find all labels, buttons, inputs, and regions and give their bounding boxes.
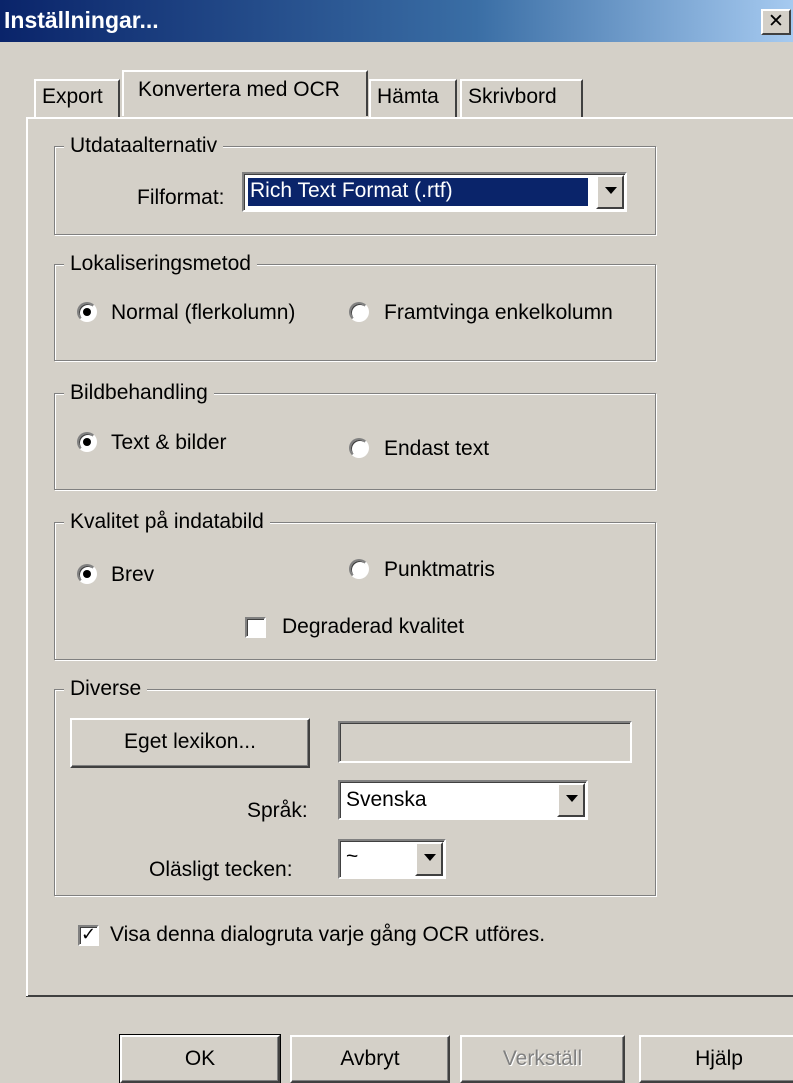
button-label: Verkställ [502,1047,583,1070]
tab-page [26,117,793,996]
tab-desktop[interactable]: Skrivbord [460,79,583,117]
tab-label: Hämta [377,85,439,108]
cancel-button[interactable]: Avbryt [290,1035,450,1083]
ok-button[interactable]: OK [119,1034,281,1083]
tab-export[interactable]: Export [34,79,120,117]
apply-button[interactable]: Verkställ [460,1035,625,1083]
tab-label: Konvertera med OCR [138,78,340,101]
button-label: OK [184,1047,216,1070]
window-title: Inställningar... [4,7,159,33]
help-button[interactable]: Hjälp [639,1035,793,1083]
close-button[interactable]: ✕ [761,9,791,35]
button-label: Hjälp [695,1047,743,1070]
button-label: Avbryt [340,1047,400,1070]
tab-convert-ocr[interactable]: Konvertera med OCR [122,70,368,116]
tab-label: Export [42,85,103,108]
tab-fetch[interactable]: Hämta [369,79,457,117]
close-icon: ✕ [768,10,784,32]
tab-label: Skrivbord [468,85,557,108]
title-bar: Inställningar... ✕ [0,0,793,42]
